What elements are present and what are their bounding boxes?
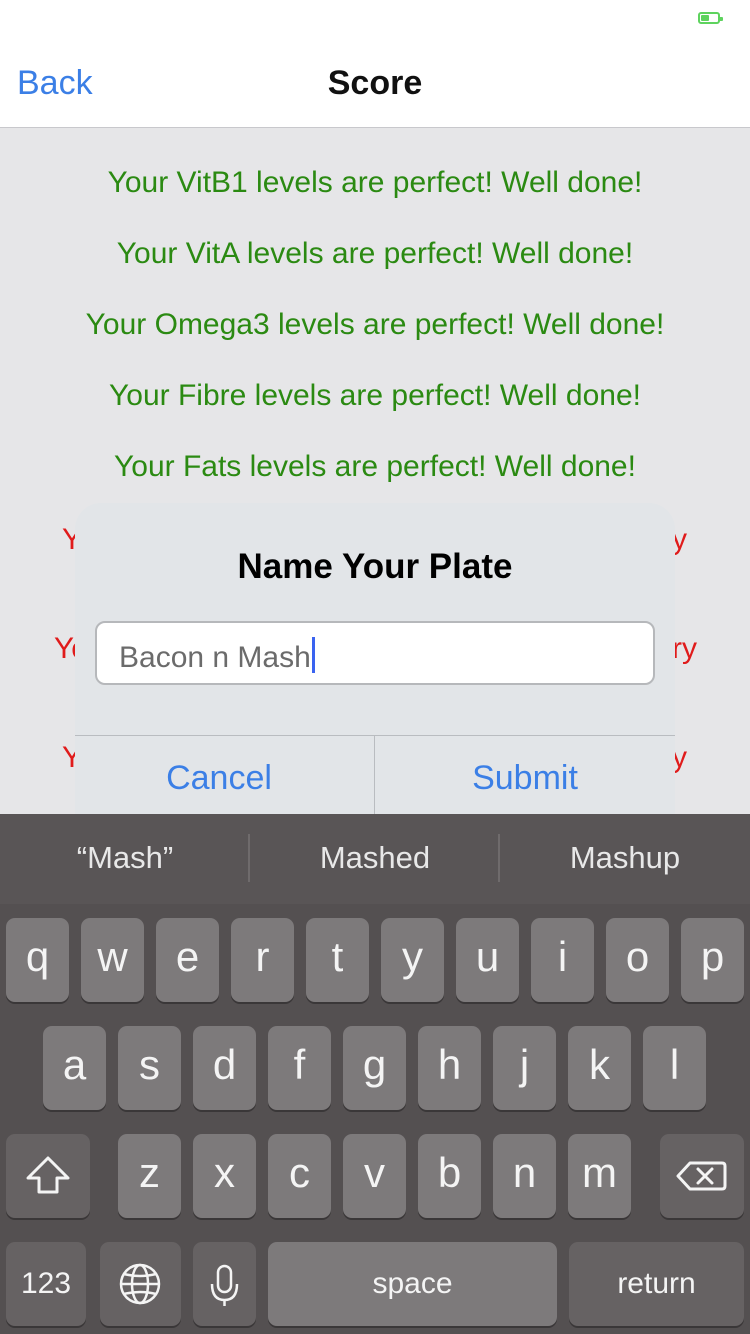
- key-l[interactable]: l: [643, 1026, 706, 1110]
- suggestion-quoted[interactable]: “Mash”: [0, 840, 250, 876]
- cancel-button[interactable]: Cancel: [75, 759, 363, 798]
- dialog-title: Name Your Plate: [237, 547, 513, 586]
- key-s[interactable]: s: [118, 1026, 181, 1110]
- key-b[interactable]: b: [418, 1134, 481, 1218]
- text-cursor: [311, 637, 315, 673]
- key-d[interactable]: d: [193, 1026, 256, 1110]
- return-key[interactable]: return: [569, 1242, 744, 1326]
- suggestion-2[interactable]: Mashed: [250, 840, 500, 876]
- plate-name-value: Bacon n Mash: [119, 641, 311, 674]
- shift-key[interactable]: [6, 1134, 90, 1218]
- globe-key[interactable]: [100, 1242, 181, 1326]
- key-g[interactable]: g: [343, 1026, 406, 1110]
- keyboard: “Mash” Mashed Mashup q w e r t y u i o p…: [0, 814, 750, 1334]
- navigation-bar: Back Score: [0, 40, 750, 128]
- key-h[interactable]: h: [418, 1026, 481, 1110]
- key-v[interactable]: v: [343, 1134, 406, 1218]
- key-e[interactable]: e: [156, 918, 219, 1002]
- key-a[interactable]: a: [43, 1026, 106, 1110]
- score-message: Your VitB1 levels are perfect! Well done…: [107, 166, 643, 199]
- key-j[interactable]: j: [493, 1026, 556, 1110]
- submit-button[interactable]: Submit: [375, 759, 675, 798]
- key-x[interactable]: x: [193, 1134, 256, 1218]
- delete-icon: [676, 1161, 727, 1191]
- battery-icon: [698, 12, 723, 24]
- score-message: Your Fats levels are perfect! Well done!: [114, 450, 636, 483]
- numbers-key[interactable]: 123: [6, 1242, 86, 1326]
- key-y[interactable]: y: [381, 918, 444, 1002]
- score-message: Your Fibre levels are perfect! Well done…: [109, 379, 641, 412]
- key-c[interactable]: c: [268, 1134, 331, 1218]
- status-bar: [0, 0, 750, 40]
- plate-name-input[interactable]: Bacon n Mash: [95, 621, 655, 685]
- suggestion-3[interactable]: Mashup: [500, 840, 750, 876]
- key-r[interactable]: r: [231, 918, 294, 1002]
- dialog-divider: [75, 735, 675, 736]
- key-z[interactable]: z: [118, 1134, 181, 1218]
- dictation-key[interactable]: [193, 1242, 256, 1326]
- globe-icon: [119, 1263, 161, 1305]
- microphone-icon: [210, 1264, 239, 1306]
- key-f[interactable]: f: [268, 1026, 331, 1110]
- delete-key[interactable]: [660, 1134, 744, 1218]
- space-key[interactable]: space: [268, 1242, 557, 1326]
- key-n[interactable]: n: [493, 1134, 556, 1218]
- shift-icon: [26, 1156, 70, 1194]
- key-i[interactable]: i: [531, 918, 594, 1002]
- score-message: Your VitA levels are perfect! Well done!: [116, 237, 634, 270]
- suggestion-bar: “Mash” Mashed Mashup: [0, 814, 750, 904]
- key-u[interactable]: u: [456, 918, 519, 1002]
- name-plate-dialog: Name Your Plate Bacon n Mash Cancel Subm…: [75, 503, 675, 835]
- key-o[interactable]: o: [606, 918, 669, 1002]
- clipped-text-fragment: [370, 129, 380, 133]
- score-message: Your Omega3 levels are perfect! Well don…: [85, 308, 665, 341]
- key-k[interactable]: k: [568, 1026, 631, 1110]
- key-q[interactable]: q: [6, 918, 69, 1002]
- key-p[interactable]: p: [681, 918, 744, 1002]
- page-title: Score: [327, 64, 423, 102]
- key-w[interactable]: w: [81, 918, 144, 1002]
- hidden-message-right: ry: [672, 632, 697, 665]
- key-t[interactable]: t: [306, 918, 369, 1002]
- key-m[interactable]: m: [568, 1134, 631, 1218]
